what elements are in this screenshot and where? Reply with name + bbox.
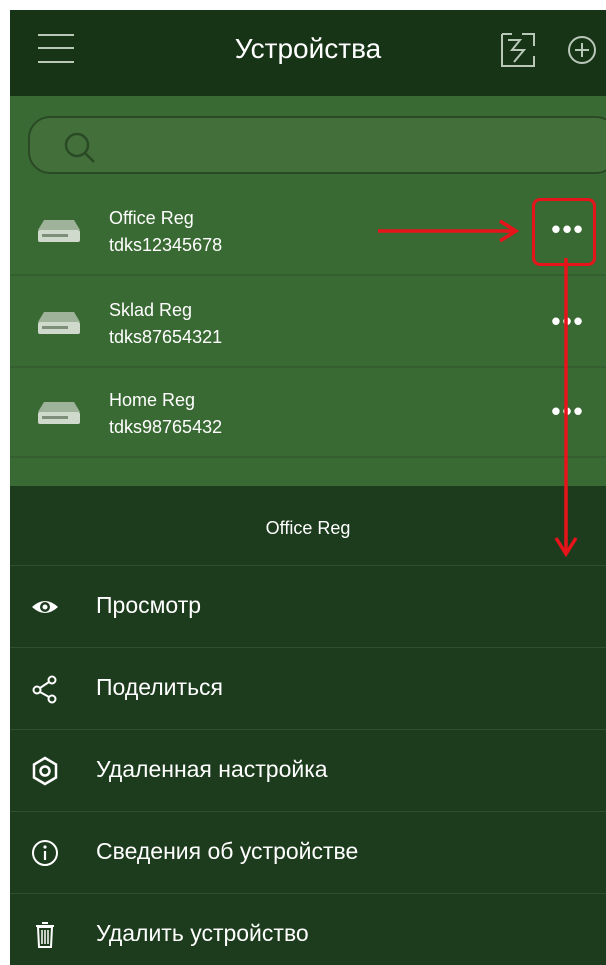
menu-item-label: Поделиться [96, 674, 224, 700]
annotation-highlight-box [532, 198, 596, 266]
action-sheet: Office Reg Просмотр Поделиться Удаленная… [10, 486, 606, 965]
recorder-icon [36, 310, 82, 336]
search-input[interactable] [28, 116, 606, 174]
more-options-button[interactable]: ••• [540, 306, 596, 342]
device-row-home[interactable]: Home Reg tdks98765432 ••• [10, 368, 606, 458]
top-bar: Устройства [10, 10, 606, 96]
eye-icon [30, 592, 60, 622]
info-icon [30, 838, 60, 868]
device-row-office[interactable]: Office Reg tdks12345678 ••• [10, 186, 606, 276]
menu-item-delete-device[interactable]: Удалить устройство [10, 894, 606, 965]
menu-item-label: Просмотр [96, 592, 202, 618]
recorder-icon [36, 400, 82, 426]
device-serial: tdks98765432 [109, 417, 223, 437]
device-serial: tdks87654321 [109, 327, 223, 347]
app-screen: Устройства Office Reg tdks12345678 ••• S… [10, 10, 606, 965]
trash-icon [30, 920, 60, 950]
device-name: Home Reg [109, 390, 196, 410]
share-icon [30, 674, 60, 704]
menu-item-share[interactable]: Поделиться [10, 648, 606, 730]
search-icon [60, 128, 100, 168]
menu-item-device-info[interactable]: Сведения об устройстве [10, 812, 606, 894]
device-serial: tdks12345678 [109, 235, 223, 255]
qr-import-icon[interactable] [498, 30, 538, 70]
device-list: Office Reg tdks12345678 ••• Sklad Reg td… [10, 96, 606, 486]
menu-item-label: Сведения об устройстве [96, 838, 359, 864]
action-sheet-title: Office Reg [10, 486, 606, 566]
device-name: Office Reg [109, 208, 194, 228]
more-options-button[interactable]: ••• [540, 396, 596, 432]
menu-item-remote-config[interactable]: Удаленная настройка [10, 730, 606, 812]
device-name: Sklad Reg [109, 300, 193, 320]
menu-item-view[interactable]: Просмотр [10, 566, 606, 648]
gear-icon [30, 756, 60, 786]
menu-item-label: Удалить устройство [96, 920, 309, 946]
recorder-icon [36, 218, 82, 244]
device-row-sklad[interactable]: Sklad Reg tdks87654321 ••• [10, 278, 606, 368]
plus-circle-icon[interactable] [566, 34, 598, 66]
menu-item-label: Удаленная настройка [96, 756, 328, 782]
